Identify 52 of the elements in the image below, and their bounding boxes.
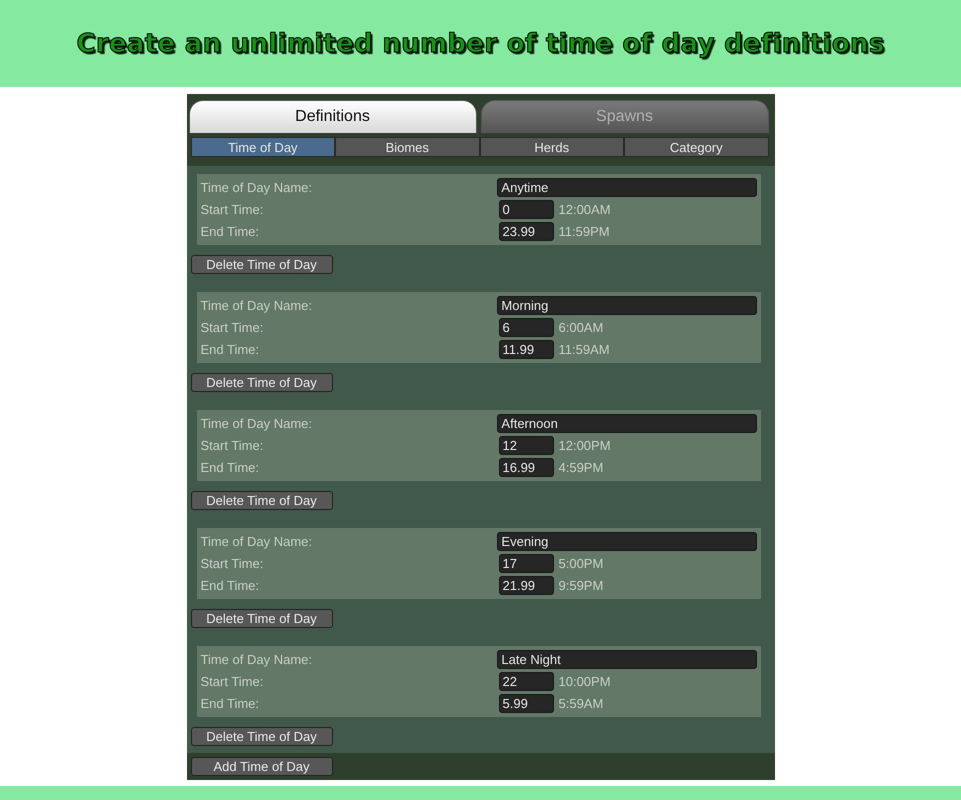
clock-time: 5:00PM bbox=[558, 556, 604, 570]
delete-button[interactable]: Delete Time of Day bbox=[190, 491, 332, 510]
start-time-field[interactable]: 17 bbox=[498, 554, 554, 572]
end-time-field[interactable]: 23.99 bbox=[498, 222, 554, 240]
clock-time: 11:59AM bbox=[558, 342, 610, 356]
subtab[interactable]: Category bbox=[624, 137, 768, 157]
field-label: End Time: bbox=[200, 342, 260, 356]
start-time-field[interactable]: 12 bbox=[498, 436, 554, 454]
clock-time: 12:00PM bbox=[558, 438, 611, 452]
delete-button[interactable]: Delete Time of Day bbox=[190, 727, 332, 746]
end-time-field[interactable]: 21.99 bbox=[498, 576, 554, 594]
name-field[interactable]: Evening bbox=[497, 532, 756, 550]
name-field[interactable]: Afternoon bbox=[497, 414, 756, 432]
field-label: Start Time: bbox=[200, 438, 264, 452]
delete-button[interactable]: Delete Time of Day bbox=[190, 255, 332, 274]
field-label: Start Time: bbox=[200, 674, 264, 688]
clock-time: 6:00AM bbox=[558, 320, 604, 334]
field-label: Time of Day Name: bbox=[200, 298, 313, 312]
field-label: End Time: bbox=[200, 460, 260, 474]
subtab[interactable]: Herds bbox=[480, 137, 624, 157]
field-label: Start Time: bbox=[200, 202, 264, 216]
delete-button[interactable]: Delete Time of Day bbox=[190, 609, 332, 628]
name-field[interactable]: Late Night bbox=[497, 650, 756, 668]
field-label: Time of Day Name: bbox=[200, 416, 313, 430]
end-time-field[interactable]: 11.99 bbox=[498, 340, 554, 358]
start-time-field[interactable]: 6 bbox=[498, 318, 554, 336]
field-label: Start Time: bbox=[200, 320, 264, 334]
clock-time: 9:59PM bbox=[558, 578, 604, 592]
name-field[interactable]: Anytime bbox=[497, 178, 756, 196]
clock-time: 12:00AM bbox=[558, 202, 611, 216]
start-time-field[interactable]: 22 bbox=[498, 672, 554, 690]
subtab[interactable]: Time of Day bbox=[190, 137, 335, 157]
end-time-field[interactable]: 5.99 bbox=[498, 694, 554, 712]
clock-time: 11:59PM bbox=[558, 224, 610, 238]
add-button[interactable]: Add Time of Day bbox=[190, 757, 332, 776]
field-label: End Time: bbox=[200, 224, 260, 238]
tab[interactable]: Definitions bbox=[188, 100, 476, 133]
field-label: Time of Day Name: bbox=[200, 180, 313, 194]
banner-title: Create an unlimited number of time of day definitions bbox=[76, 28, 884, 58]
field-label: Start Time: bbox=[200, 556, 264, 570]
subtab[interactable]: Biomes bbox=[335, 137, 480, 157]
name-field[interactable]: Morning bbox=[497, 296, 756, 314]
delete-button[interactable]: Delete Time of Day bbox=[190, 373, 332, 392]
field-label: End Time: bbox=[200, 696, 260, 710]
field-label: Time of Day Name: bbox=[200, 652, 313, 666]
end-time-field[interactable]: 16.99 bbox=[498, 458, 554, 476]
clock-time: 4:59PM bbox=[558, 460, 604, 474]
field-label: Time of Day Name: bbox=[200, 534, 313, 548]
start-time-field[interactable]: 0 bbox=[498, 200, 554, 218]
clock-time: 10:00PM bbox=[558, 674, 611, 688]
field-label: End Time: bbox=[200, 578, 260, 592]
clock-time: 5:59AM bbox=[558, 696, 604, 710]
